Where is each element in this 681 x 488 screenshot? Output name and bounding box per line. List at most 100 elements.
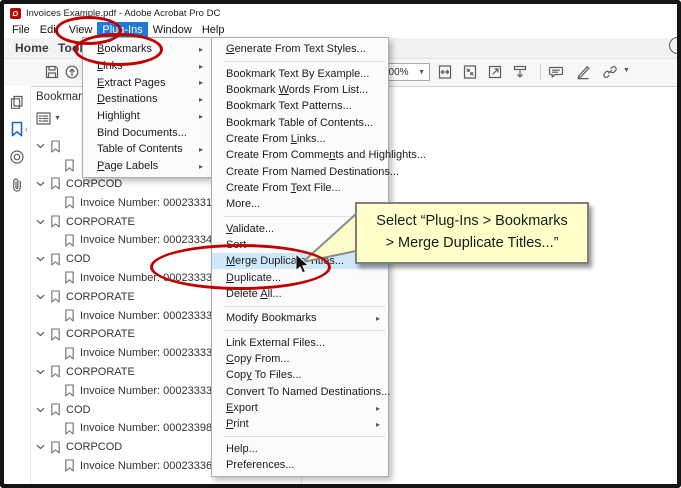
menu-item-export[interactable]: Export ▸ [212, 400, 388, 416]
submenu-arrow-icon: ▸ [375, 403, 380, 413]
bookmark-icon [51, 215, 60, 228]
bookmark-icon [65, 384, 74, 397]
menu-item-preferences[interactable]: Preferences... [212, 457, 388, 473]
menu-separator [224, 305, 385, 307]
menu-separator [224, 330, 385, 331]
fit-page-icon[interactable] [462, 64, 478, 80]
title-bar: Invoices Example.pdf - Adobe Acrobat Pro… [4, 4, 677, 22]
bookmark-icon [51, 441, 60, 454]
share-upload-icon[interactable] [64, 64, 80, 80]
chevron-expand-icon[interactable] [36, 407, 45, 413]
menu-item-highlight[interactable]: Highlight ▸ [83, 108, 211, 125]
menu-item-modify-bookmarks[interactable]: Modify Bookmarks ▸ [212, 310, 388, 326]
menu-item-create-from-text-file[interactable]: Create From Text File... [212, 180, 388, 196]
chevron-expand-icon[interactable] [36, 143, 45, 149]
chevron-expand-icon[interactable] [36, 444, 45, 450]
bookmark-icon [65, 309, 74, 322]
chevron-expand-icon[interactable] [36, 219, 45, 225]
submenu-arrow-icon: ▸ [198, 161, 203, 171]
bookmark-icon [51, 403, 60, 416]
menu-item-bookmark-table-of-contents[interactable]: Bookmark Table of Contents... [212, 114, 388, 130]
bookmarks-icon[interactable] [9, 121, 25, 137]
menu-item-create-from-comments-and-highlights[interactable]: Create From Comments and Highlights... [212, 147, 426, 163]
bookmark-icon [65, 422, 74, 435]
menu-item-page-labels[interactable]: Page Labels ▸ [83, 158, 211, 175]
menubar-edit[interactable]: Edit [35, 22, 64, 38]
menubar-file[interactable]: File [7, 22, 35, 38]
menu-item-links[interactable]: Links ▸ [83, 58, 211, 75]
fit-width-icon[interactable] [437, 64, 453, 80]
tab-home[interactable]: Home [15, 41, 49, 55]
highlight-pen-icon[interactable] [575, 64, 591, 80]
menu-item-copy-to-files[interactable]: Copy To Files... [212, 367, 388, 383]
menu-item-convert-to-named-destinations[interactable]: Convert To Named Destinations... [212, 384, 390, 400]
navigation-rail: ‹ [4, 86, 31, 484]
attachments-icon[interactable] [9, 177, 25, 193]
bookmark-icon [65, 159, 74, 172]
submenu-arrow-icon: ▸ [198, 111, 203, 121]
menu-item-bookmark-text-patterns[interactable]: Bookmark Text Patterns... [212, 98, 388, 114]
menu-item-print[interactable]: Print ▸ [212, 416, 388, 432]
menubar-plug-ins[interactable]: Plug-Ins [97, 22, 148, 38]
chevron-down-icon: ▼ [54, 115, 61, 122]
submenu-arrow-icon: ▸ [198, 44, 203, 54]
chevron-expand-icon[interactable] [36, 256, 45, 262]
toolbar-separator [540, 64, 541, 80]
menubar-view[interactable]: View [64, 22, 98, 38]
comment-icon[interactable] [548, 64, 564, 80]
chevron-expand-icon[interactable] [36, 181, 45, 187]
chevron-expand-icon[interactable] [36, 369, 45, 375]
menu-item-bookmark-text-by-example[interactable]: Bookmark Text By Example... [212, 65, 388, 81]
panel-collapse-icon[interactable]: ‹ [25, 124, 28, 134]
bookmark-icon [51, 290, 60, 303]
bookmark-title: Invoice Number: 00023336 [80, 459, 213, 472]
page-thumbnails-icon[interactable] [9, 94, 25, 110]
menu-item-link-external-files[interactable]: Link External Files... [212, 335, 388, 351]
chevron-expand-icon[interactable] [36, 294, 45, 300]
menu-item-generate-from-text-styles[interactable]: Generate From Text Styles... [212, 41, 388, 57]
menu-item-copy-from[interactable]: Copy From... [212, 351, 388, 367]
submenu-arrow-icon: ▸ [375, 313, 380, 323]
chevron-expand-icon[interactable] [36, 331, 45, 337]
menu-item-delete-all[interactable]: Delete All... [212, 286, 388, 302]
bookmark-title: Invoice Number: 00023333 [80, 271, 213, 284]
bookmark-icon [65, 196, 74, 209]
bookmark-title: Invoice Number: 00023333 [80, 347, 213, 360]
menu-item-bookmark-words-from-list[interactable]: Bookmark Words From List... [212, 82, 388, 98]
window-title: Invoices Example.pdf - Adobe Acrobat Pro… [26, 7, 221, 19]
menu-item-create-from-named-destinations[interactable]: Create From Named Destinations... [212, 163, 399, 179]
submenu-arrow-icon: ▸ [198, 94, 203, 104]
bookmark-title: Invoice Number: 00023334 [80, 234, 213, 247]
menu-item-bind-documents[interactable]: Bind Documents... [83, 124, 211, 141]
destinations-icon[interactable] [9, 149, 25, 165]
menubar-help[interactable]: Help [197, 22, 230, 38]
callout-line-2: > Merge Duplicate Titles...” [385, 235, 559, 251]
save-icon[interactable] [44, 64, 60, 80]
chevron-down-icon: ▼ [418, 68, 425, 76]
bookmark-icon [65, 347, 74, 360]
menu-item-create-from-links[interactable]: Create From Links... [212, 131, 388, 147]
link-icon[interactable] [602, 64, 618, 80]
bookmark-icon [51, 253, 60, 266]
menubar-window[interactable]: Window [148, 22, 197, 38]
submenu-arrow-icon: ▸ [198, 78, 203, 88]
menu-bar: File Edit View Plug-Ins Window Help [4, 22, 677, 38]
bookmark-title: Invoice Number: 00023333 [80, 384, 213, 397]
bookmark-icon [51, 328, 60, 341]
menu-item-help[interactable]: Help... [212, 441, 388, 457]
bookmark-title: COD [66, 253, 91, 266]
menu-item-destinations[interactable]: Destinations ▸ [83, 91, 211, 108]
menu-separator [224, 436, 385, 438]
bookmark-options-button[interactable]: ▼ [36, 112, 61, 125]
fullscreen-icon[interactable] [487, 64, 503, 80]
link-caret-icon[interactable]: ▼ [623, 67, 630, 74]
scroll-mode-icon[interactable] [512, 64, 528, 80]
submenu-arrow-icon: ▸ [198, 144, 203, 154]
menu-item-bookmarks[interactable]: Bookmarks ▸ [83, 41, 211, 58]
callout-line-1: Select “Plug-Ins > Bookmarks [376, 213, 568, 230]
menu-item-duplicate[interactable]: Duplicate... [212, 269, 388, 285]
menu-item-extract-pages[interactable]: Extract Pages ▸ [83, 74, 211, 91]
submenu-arrow-icon: ▸ [198, 61, 203, 71]
menu-item-table-of-contents[interactable]: Table of Contents ▸ [83, 141, 211, 158]
search-icon[interactable] [669, 37, 677, 54]
